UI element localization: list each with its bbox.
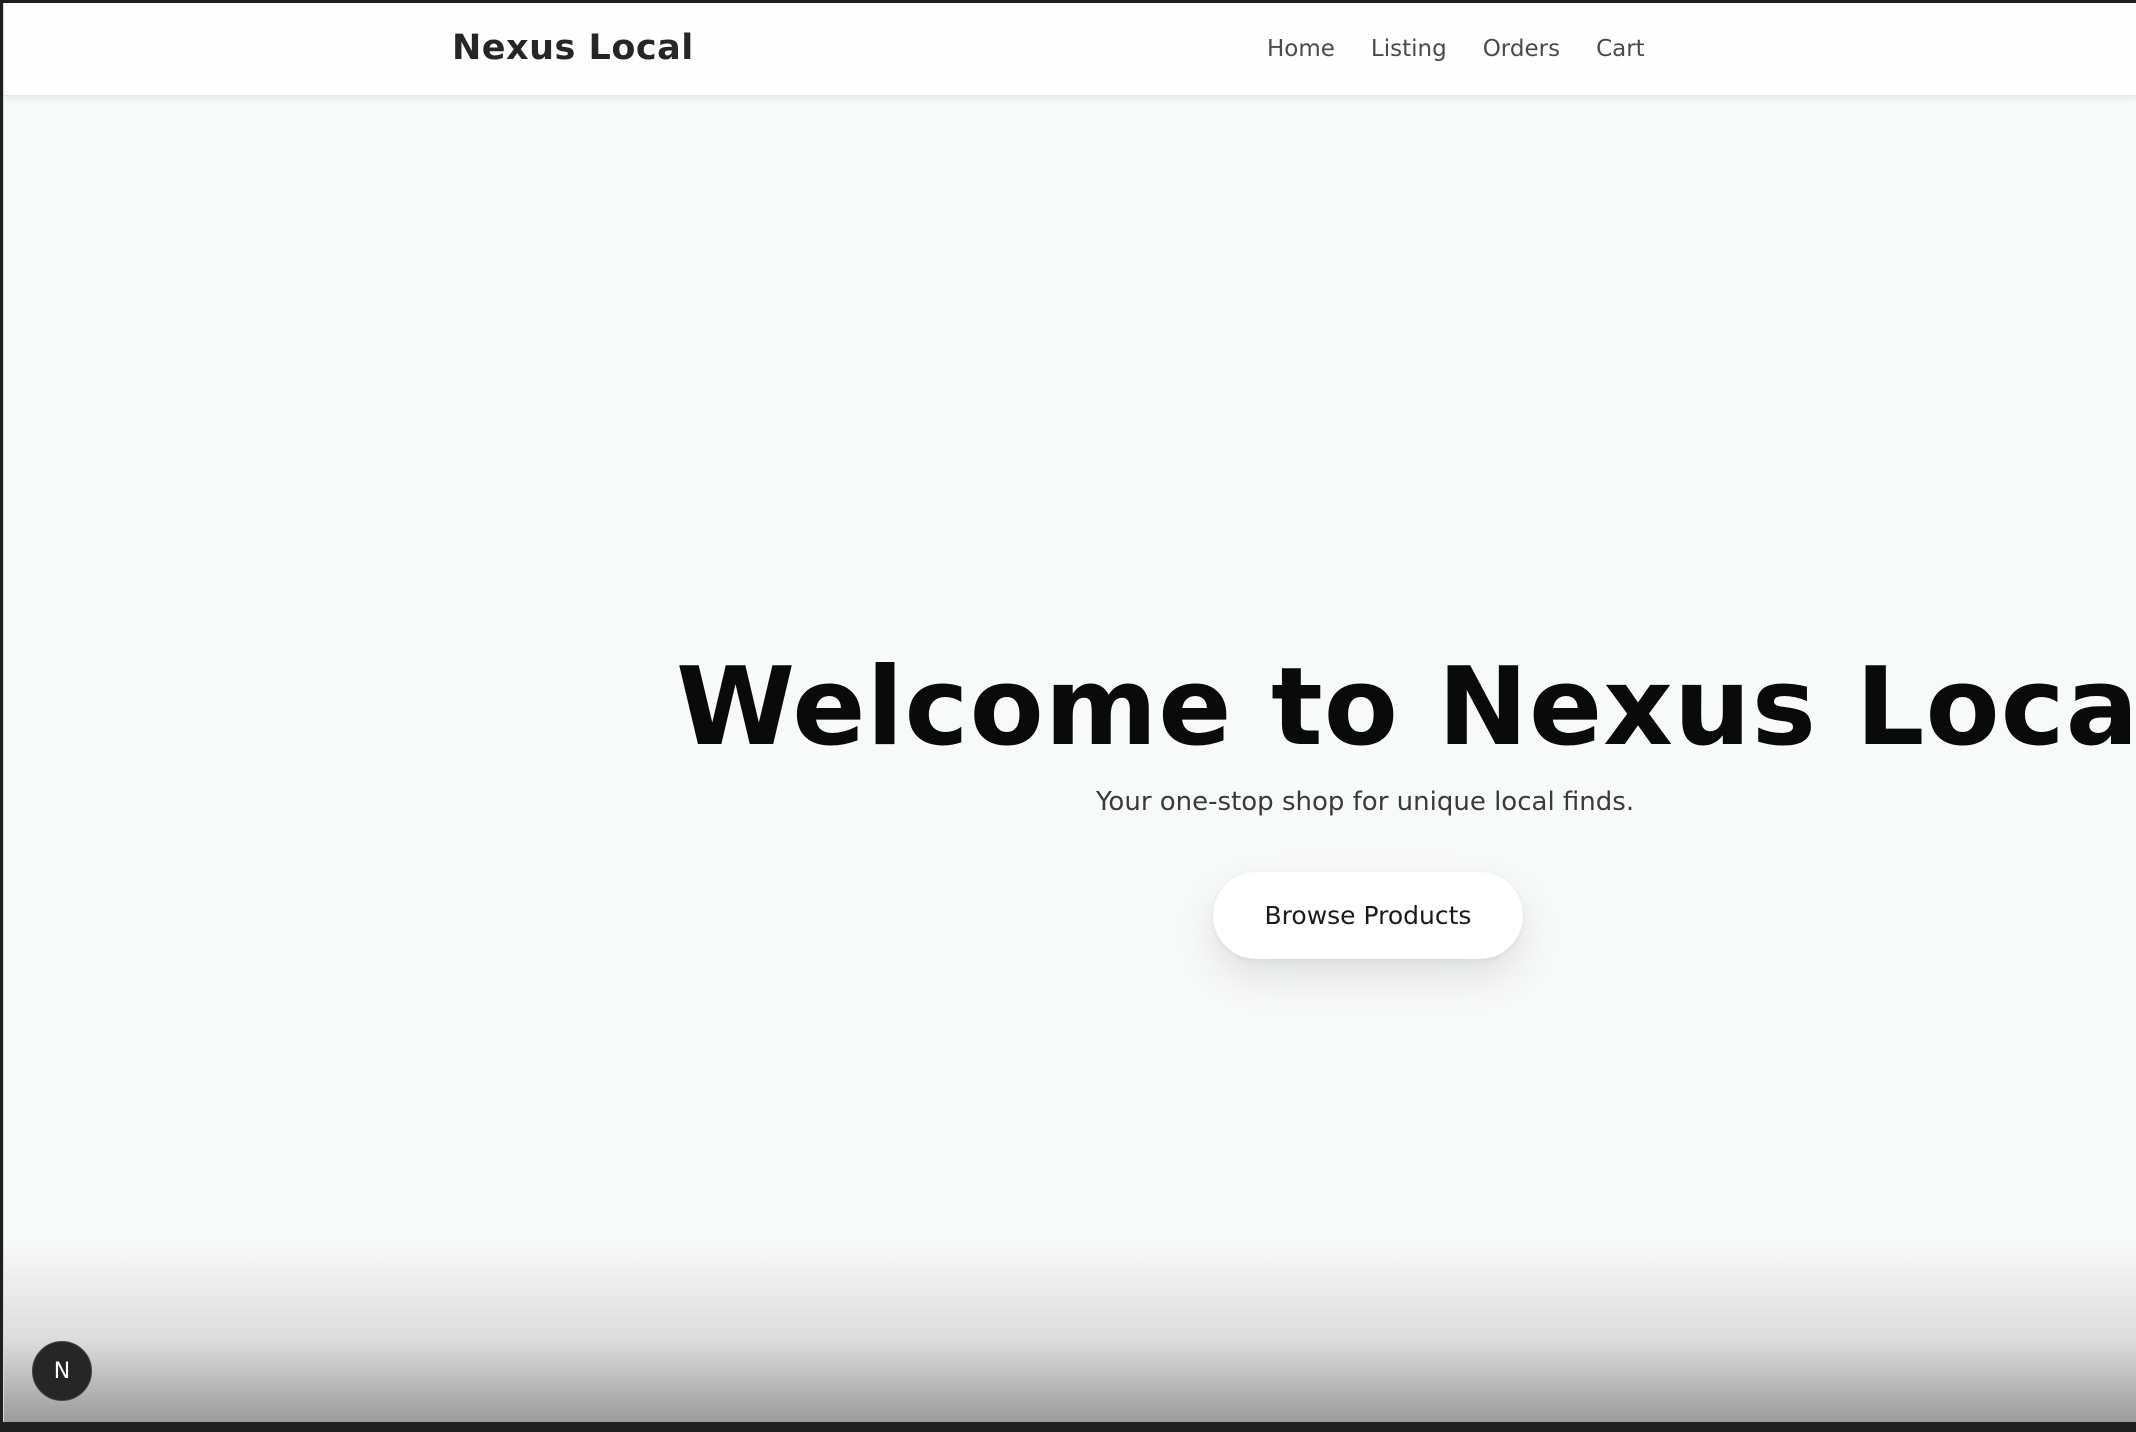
main-nav: Home Listing Orders Cart xyxy=(1267,36,1645,62)
bottom-overlay-gradient xyxy=(4,1242,2136,1422)
hero-subtitle: Your one-stop shop for unique local find… xyxy=(1096,787,1635,817)
nav-link-orders[interactable]: Orders xyxy=(1483,36,1560,62)
browse-products-button[interactable]: Browse Products xyxy=(1213,872,1523,959)
nextjs-dev-indicator-icon[interactable]: N xyxy=(32,1341,92,1401)
badge-letter: N xyxy=(53,1358,71,1384)
browser-viewport: Nexus Local Home Listing Orders Cart Wel… xyxy=(3,3,2136,1422)
brand-logo[interactable]: Nexus Local xyxy=(452,28,694,68)
nav-link-listing[interactable]: Listing xyxy=(1371,36,1447,62)
hero-title: Welcome to Nexus Local xyxy=(676,645,2136,770)
nav-link-home[interactable]: Home xyxy=(1267,36,1335,62)
top-navbar: Nexus Local Home Listing Orders Cart xyxy=(4,3,2136,96)
nav-link-cart[interactable]: Cart xyxy=(1596,36,1645,62)
